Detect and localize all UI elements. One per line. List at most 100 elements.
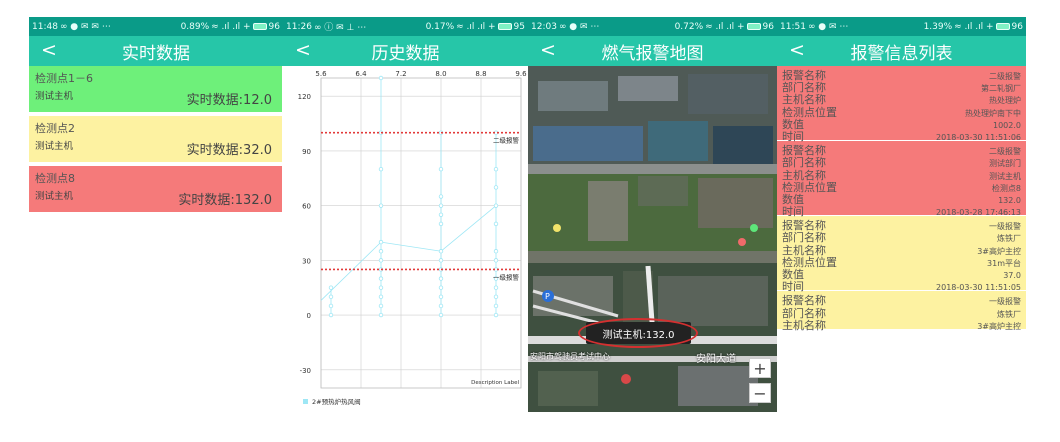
page-title: 燃气报警地图 — [601, 43, 704, 64]
x-tick-label: 7.2 — [395, 70, 406, 78]
field-value: 31m平台 — [987, 258, 1021, 268]
back-button[interactable]: < — [540, 39, 556, 61]
battery-level: 96 — [762, 21, 774, 32]
status-time: 11:26 — [286, 21, 312, 32]
data-point — [438, 212, 444, 217]
alarm-item[interactable]: 报警名称 一级报警 部门名称 炼铁厂 主机名称 3#高炉主控 — [777, 291, 1026, 332]
data-point — [493, 203, 499, 208]
data-point — [493, 249, 499, 254]
y-tick-label: -30 — [300, 367, 311, 375]
data-point — [438, 166, 444, 172]
alarm-item[interactable]: 报警名称 二级报警 部门名称 第二轧钢厂 主机名称 热处理炉 检测点位置 热处理炉南下中 数值 1… — [777, 66, 1026, 143]
data-point — [493, 303, 499, 309]
data-point — [438, 303, 444, 309]
alarm-item[interactable]: 报警名称 一级报警 部门名称 炼铁厂 主机名称 3#高炉主控 检测点位置 31m平台 数值 37.… — [777, 216, 1026, 293]
battery-level: 95 — [513, 21, 525, 32]
alarm-field: 检测点位置 热处理炉南下中 — [782, 104, 1021, 119]
battery-level: 96 — [1011, 21, 1023, 32]
history-chart[interactable]: 5.6 6.4 7.2 8.0 8.8 9.6 120 90 60 30 0 -30 二级报警一级报警 D… — [283, 66, 528, 412]
data-point — [493, 294, 499, 300]
back-button[interactable]: < — [789, 39, 805, 61]
alarm-field: 报警名称 一级报警 — [782, 292, 1021, 307]
field-value: 一级报警 — [989, 222, 1021, 232]
zoom-in-button[interactable]: + — [749, 358, 771, 378]
x-tick-label: 8.8 — [475, 70, 486, 78]
y-tick-label: 90 — [302, 148, 311, 156]
data-point — [328, 312, 334, 318]
data-point — [378, 203, 384, 208]
data-point — [378, 249, 384, 254]
back-button[interactable]: < — [41, 39, 57, 61]
zoom-out-button[interactable]: − — [749, 383, 771, 403]
limit-line-label: 一级报警 — [493, 272, 520, 281]
back-button[interactable]: < — [295, 39, 311, 61]
title-bar: < 燃气报警地图 — [528, 36, 777, 66]
alarm-field: 报警名称 一级报警 — [782, 217, 1021, 232]
data-point — [493, 185, 499, 190]
battery-icon — [497, 23, 512, 30]
map-marker-yellow[interactable] — [553, 224, 561, 232]
map-marker-green[interactable] — [750, 224, 758, 232]
description-label: Description Label — [471, 380, 519, 386]
status-time: 11:48 — [32, 21, 58, 32]
signal-icon: ≈ .ıl .ıl + — [456, 21, 496, 32]
title-bar: < 历史数据 — [283, 36, 528, 66]
alarm-field: 主机名称 3#高炉主控 — [782, 317, 1021, 332]
alarm-item[interactable]: 报警名称 二级报警 部门名称 测试部门 主机名称 测试主机 检测点位置 检测点8 数值 132.0… — [777, 141, 1026, 218]
history-data-screen: 11:26 ∞ ⓘ ✉ ⊥ ⋯ 0.17% ≈ .ıl .ıl + 95 < 历史数据… — [283, 17, 528, 412]
signal-icon: ≈ .ıl .ıl + — [954, 21, 994, 32]
alarm-field: 报警名称 二级报警 — [782, 142, 1021, 157]
poi-icon — [621, 374, 631, 384]
popup-highlight-ring — [578, 318, 698, 348]
status-net: 0.89% — [180, 21, 210, 32]
status-time: 12:03 — [531, 21, 557, 32]
data-point — [438, 203, 444, 208]
series-trend-line — [320, 205, 497, 301]
data-point — [378, 294, 384, 300]
y-tick-label: 0 — [307, 312, 311, 320]
alarm-field: 部门名称 炼铁厂 — [782, 305, 1021, 320]
sensor-card[interactable]: 检测点2 测试主机 实时数据:32.0 — [29, 116, 282, 162]
page-title: 历史数据 — [371, 43, 440, 64]
title-bar: < 实时数据 — [29, 36, 283, 66]
y-tick-label: 30 — [302, 257, 311, 265]
battery-icon — [252, 23, 267, 30]
infinity-icon: ∞ ● ✉ ⋯ — [807, 21, 849, 32]
sensor-card[interactable]: 检测点8 测试主机 实时数据:132.0 — [29, 166, 282, 212]
x-tick-label: 6.4 — [355, 70, 367, 78]
data-point — [438, 312, 444, 318]
alarm-field: 报警名称 二级报警 — [782, 67, 1021, 82]
data-point — [438, 285, 444, 290]
sensor-card[interactable]: 检测点1－6 测试主机 实时数据:12.0 — [29, 66, 282, 112]
data-point — [328, 303, 334, 309]
field-value: 炼铁厂 — [997, 234, 1021, 244]
road-label-main: 安阳大道 — [696, 354, 736, 365]
data-point — [493, 166, 499, 172]
field-value: 3#高炉主控 — [977, 321, 1021, 331]
field-value: 第二轧钢厂 — [981, 84, 1021, 94]
infinity-icon: ∞ ⓘ ✉ ⊥ ⋯ — [313, 23, 367, 33]
data-point — [438, 194, 444, 199]
gas-alarm-map-screen: 12:03 ∞ ● ✉ ⋯ 0.72% ≈ .ıl .ıl + 96 < 燃气报警地图 — [528, 17, 777, 412]
status-bar: 12:03 ∞ ● ✉ ⋯ 0.72% ≈ .ıl .ıl + 96 — [528, 17, 777, 36]
infinity-icon: ∞ ● ✉ ✉ ⋯ — [59, 21, 111, 32]
data-point — [378, 75, 384, 81]
sensor-name: 检测点1－6 — [35, 72, 93, 85]
field-value: 37.0 — [1003, 271, 1021, 280]
sensor-list: 检测点1－6 测试主机 实时数据:12.0 检测点2 测试主机 实时数据:32.0 检测点8… — [29, 66, 283, 212]
data-point — [378, 258, 384, 263]
title-bar: < 报警信息列表 — [777, 36, 1026, 66]
y-tick-label: 120 — [298, 93, 311, 101]
field-value: 2018-03-30 11:51:06 — [936, 132, 1021, 142]
map-marker-red[interactable] — [738, 238, 746, 246]
field-value: 2018-03-30 11:51:05 — [936, 283, 1021, 293]
status-net: 0.72% — [674, 21, 704, 32]
signal-icon: ≈ .ıl .ıl + — [211, 21, 251, 32]
alarm-field: 时间 2018-03-30 11:51:05 — [782, 278, 1021, 293]
alarm-field: 部门名称 测试部门 — [782, 154, 1021, 169]
sensor-value: 实时数据:132.0 — [178, 193, 272, 208]
data-point — [493, 258, 499, 263]
data-point — [378, 312, 384, 318]
alarm-list-screen: 11:51 ∞ ● ✉ ⋯ 1.39% ≈ .ıl .ıl + 96 < 报警信息列表… — [777, 17, 1026, 412]
sensor-name: 检测点2 — [35, 122, 75, 135]
